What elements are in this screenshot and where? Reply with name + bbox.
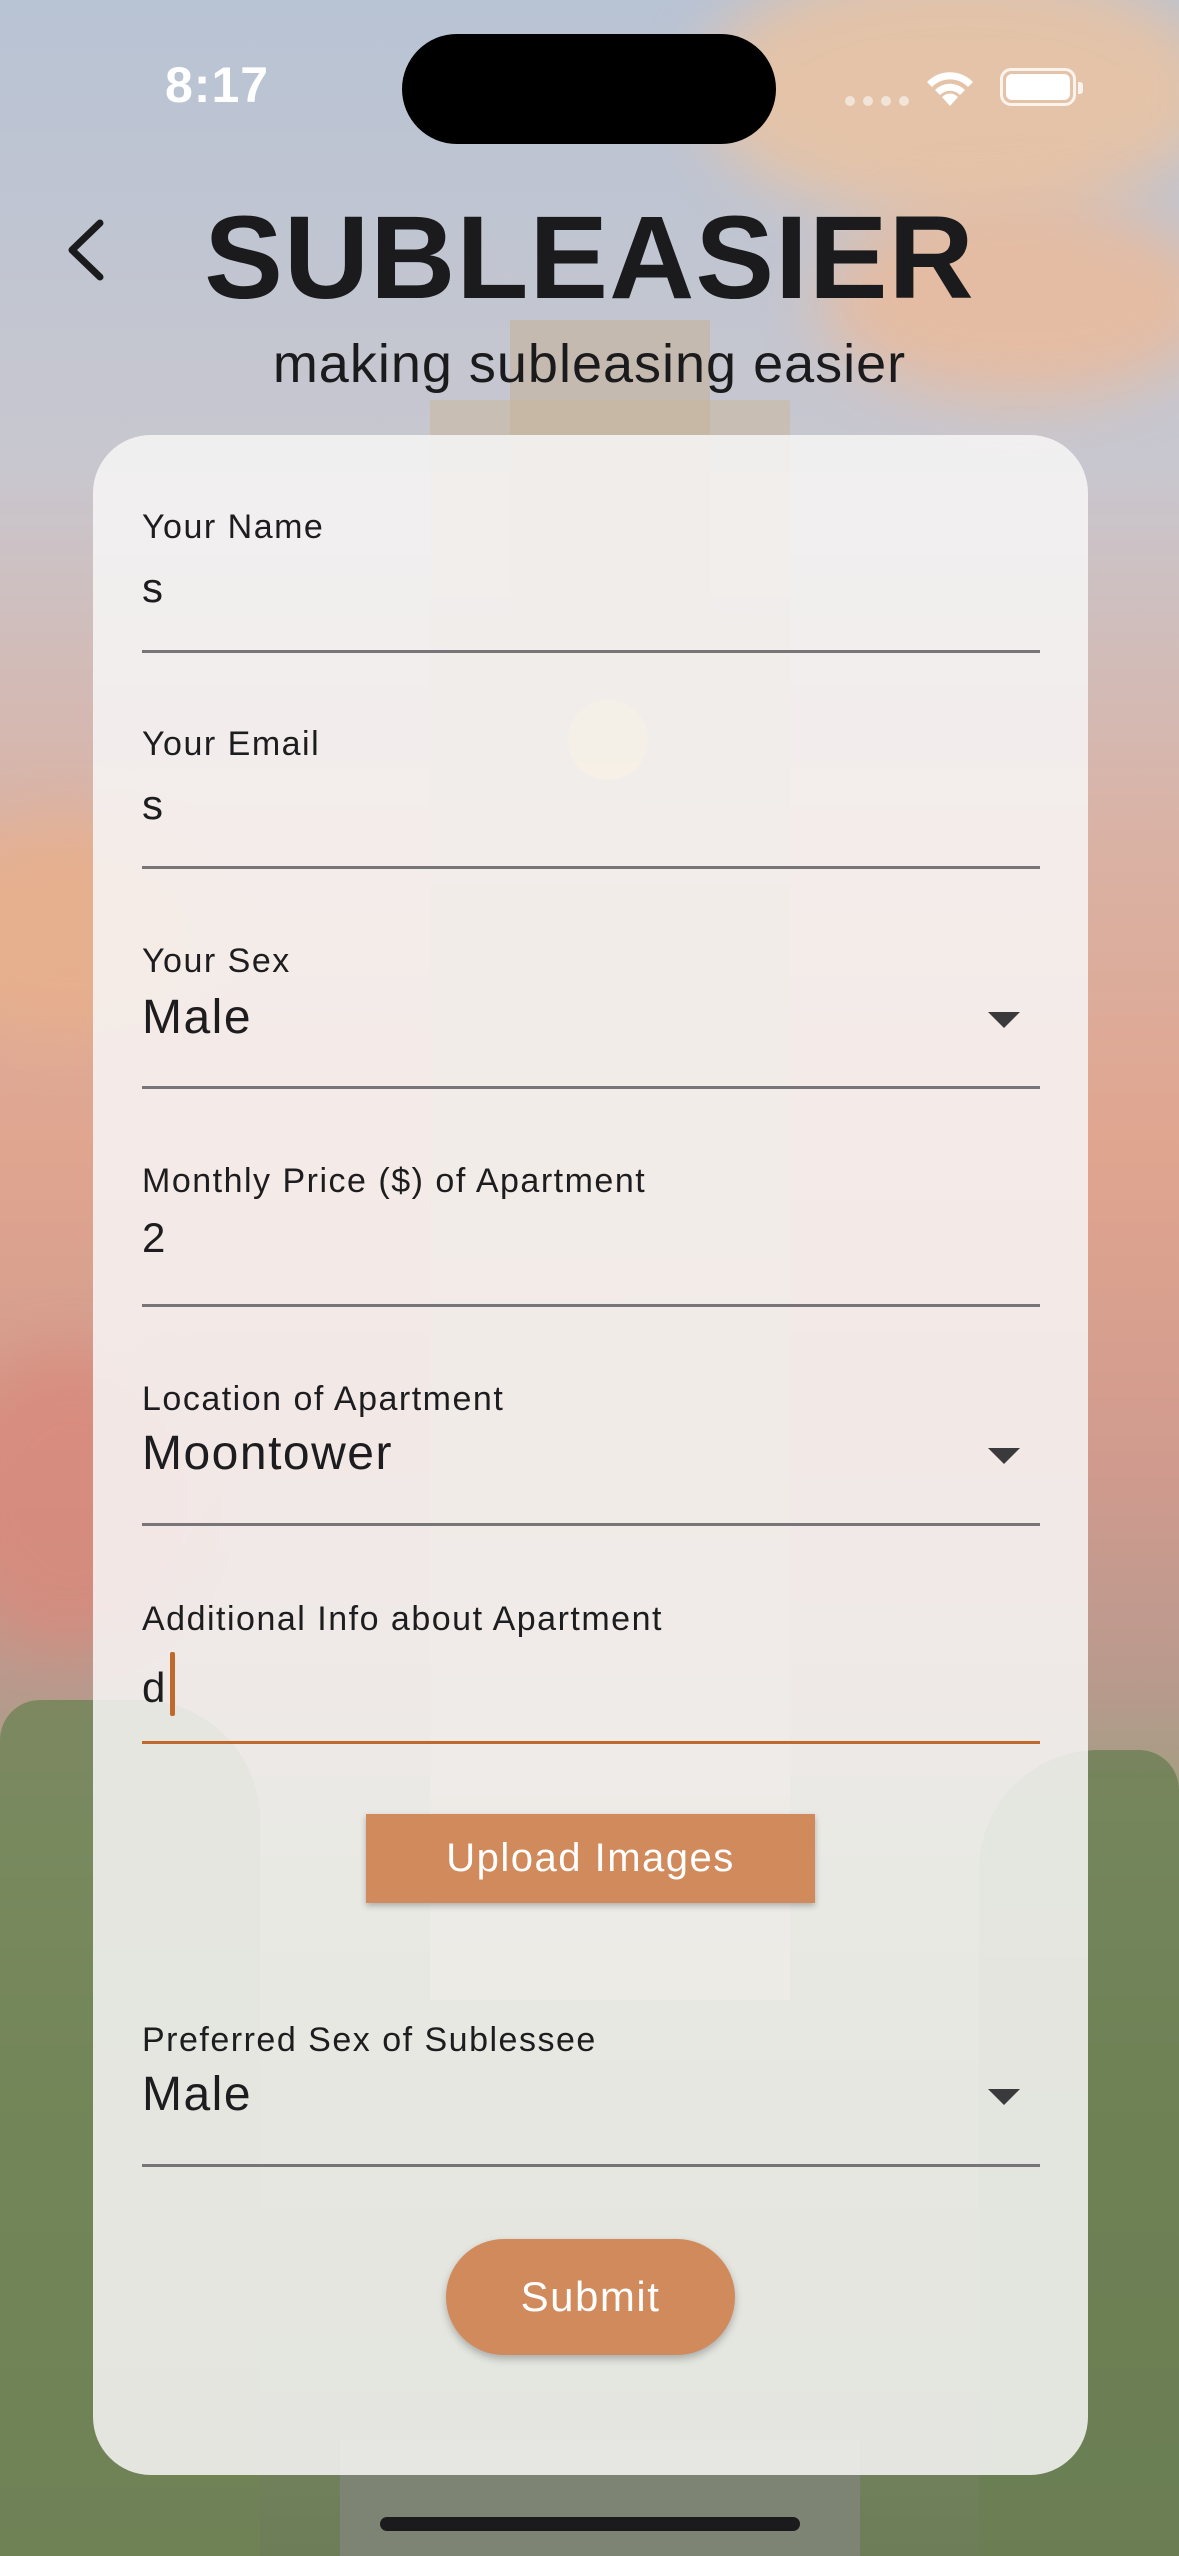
location-selected-value: Moontower — [142, 1427, 393, 1480]
submit-button[interactable]: Submit — [446, 2239, 735, 2355]
price-input[interactable]: 2 — [142, 1214, 166, 1262]
additional-info-label: Additional Info about Apartment — [142, 1600, 663, 1638]
name-field[interactable]: Your Name s — [142, 508, 1040, 653]
wifi-icon — [927, 72, 973, 106]
text-cursor — [170, 1652, 176, 1716]
name-label: Your Name — [142, 508, 325, 546]
app-title: SUBLEASIER — [204, 192, 975, 324]
preferred-sex-selected-value: Male — [142, 2068, 253, 2121]
price-label: Monthly Price ($) of Apartment — [142, 1162, 647, 1200]
email-input[interactable]: s — [142, 781, 164, 829]
status-time: 8:17 — [165, 57, 270, 113]
caret-down-icon — [988, 1448, 1020, 1464]
cellular-signal-icon — [845, 96, 909, 106]
sex-label: Your Sex — [142, 942, 291, 980]
caret-down-icon — [988, 2089, 1020, 2105]
location-label: Location of Apartment — [142, 1380, 505, 1418]
email-label: Your Email — [142, 725, 321, 763]
additional-info-value: d — [142, 1664, 167, 1711]
preferred-sex-label: Preferred Sex of Sublessee — [142, 2021, 597, 2059]
caret-down-icon — [988, 1012, 1020, 1028]
sex-dropdown[interactable]: Your Sex Male — [142, 942, 1040, 1089]
sex-selected-value: Male — [142, 991, 253, 1044]
additional-info-field[interactable]: Additional Info about Apartment d — [142, 1600, 1040, 1744]
app-subtitle: making subleasing easier — [272, 334, 907, 394]
additional-info-input[interactable]: d — [142, 1652, 176, 1716]
battery-icon — [1000, 68, 1083, 106]
home-indicator[interactable] — [380, 2517, 800, 2531]
email-field[interactable]: Your Email s — [142, 725, 1040, 869]
dynamic-island — [402, 34, 776, 144]
location-dropdown[interactable]: Location of Apartment Moontower — [142, 1380, 1040, 1526]
name-input[interactable]: s — [142, 564, 164, 612]
price-field[interactable]: Monthly Price ($) of Apartment 2 — [142, 1162, 1040, 1307]
upload-images-button[interactable]: Upload Images — [366, 1814, 815, 1903]
preferred-sex-dropdown[interactable]: Preferred Sex of Sublessee Male — [142, 2021, 1040, 2167]
